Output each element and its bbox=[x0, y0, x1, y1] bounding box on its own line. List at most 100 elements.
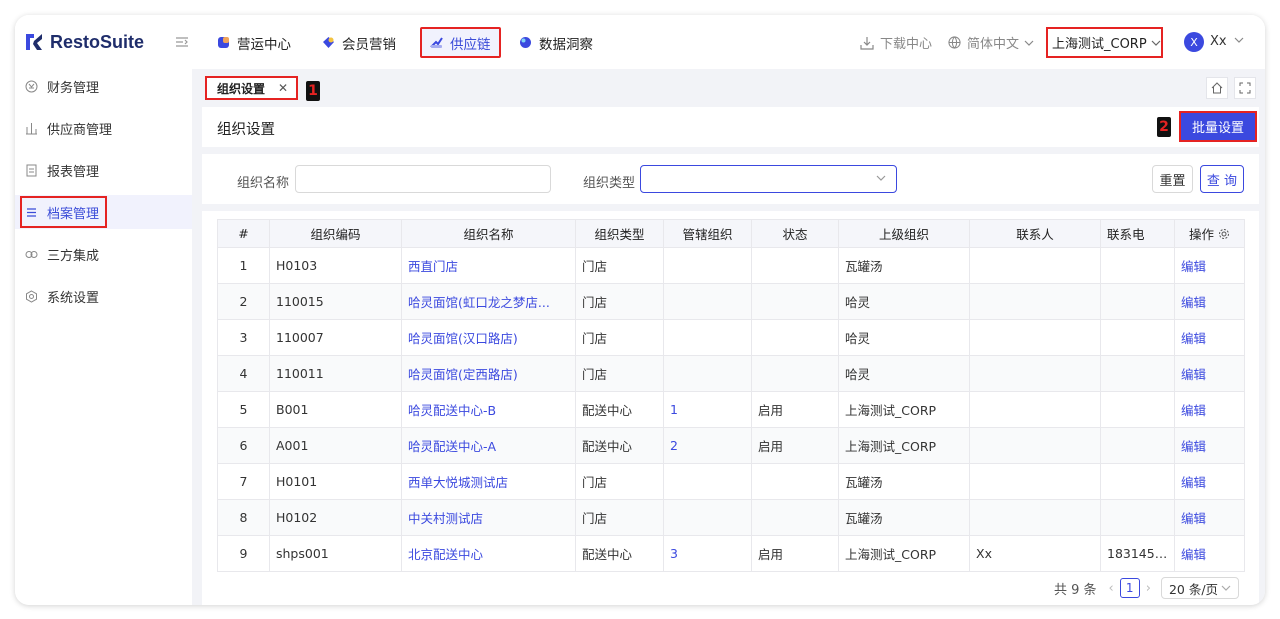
org-name-link[interactable]: 哈灵面馆(汉口路店) bbox=[401, 319, 576, 356]
edit-link-text[interactable]: 编辑 bbox=[1181, 511, 1206, 526]
sidebar-item-supplier[interactable]: 供应商管理 bbox=[15, 111, 192, 145]
sidebar-item-report[interactable]: 报表管理 bbox=[15, 153, 192, 187]
edit-link[interactable]: 编辑 bbox=[1174, 463, 1245, 500]
org-code: shps001 bbox=[269, 535, 402, 572]
sidebar-item-integration[interactable]: 三方集成 bbox=[15, 237, 192, 271]
org-name-link[interactable]: 哈灵配送中心-B bbox=[401, 391, 576, 428]
managed-count-link[interactable] bbox=[663, 247, 752, 284]
org-name-link[interactable]: 北京配送中心 bbox=[401, 535, 576, 572]
status: 启用 bbox=[751, 427, 839, 464]
nav-tab-label: 营运中心 bbox=[237, 36, 291, 53]
page-size-select[interactable]: 20 条/页 bbox=[1160, 577, 1239, 599]
org-name-link[interactable]: 哈灵面馆(定西路店) bbox=[401, 355, 576, 392]
managed-count-link-text[interactable]: 2 bbox=[670, 438, 678, 453]
org-name-link-text[interactable]: 西单大悦城测试店 bbox=[408, 475, 508, 490]
managed-count-link[interactable] bbox=[663, 499, 752, 536]
prev-page-icon[interactable]: ‹ bbox=[1109, 581, 1114, 596]
edit-link[interactable]: 编辑 bbox=[1174, 391, 1245, 428]
table-row: 5 B001 哈灵配送中心-B 配送中心 1 启用 上海测试_CORP 编辑 bbox=[217, 391, 1245, 428]
edit-link[interactable]: 编辑 bbox=[1174, 535, 1245, 572]
org-code: A001 bbox=[269, 427, 402, 464]
page-tabbar: 组织设置 ✕ 1 bbox=[192, 69, 1265, 107]
highlight-box bbox=[20, 196, 107, 228]
managed-count-link[interactable]: 1 bbox=[663, 391, 752, 428]
home-icon bbox=[1211, 82, 1223, 94]
reset-button[interactable]: 重置 bbox=[1152, 165, 1193, 193]
managed-count-link[interactable] bbox=[663, 319, 752, 356]
org-name-link-text[interactable]: 西直门店 bbox=[408, 259, 458, 274]
org-name-link[interactable]: 中关村测试店 bbox=[401, 499, 576, 536]
edit-link-text[interactable]: 编辑 bbox=[1181, 547, 1206, 562]
fullscreen-button[interactable] bbox=[1234, 77, 1256, 99]
org-name-link-text[interactable]: 哈灵面馆(虹口龙之梦店... bbox=[408, 295, 550, 310]
managed-count-link[interactable]: 3 bbox=[663, 535, 752, 572]
edit-link[interactable]: 编辑 bbox=[1174, 499, 1245, 536]
logo-text: RestoSuite bbox=[50, 31, 145, 52]
org-name-link[interactable]: 西单大悦城测试店 bbox=[401, 463, 576, 500]
edit-link[interactable]: 编辑 bbox=[1174, 283, 1245, 320]
close-icon[interactable]: ✕ bbox=[278, 81, 288, 95]
query-button[interactable]: 查 询 bbox=[1200, 165, 1244, 193]
edit-link[interactable]: 编辑 bbox=[1174, 319, 1245, 356]
edit-link-text[interactable]: 编辑 bbox=[1181, 331, 1206, 346]
edit-link-text[interactable]: 编辑 bbox=[1181, 475, 1206, 490]
status bbox=[751, 283, 839, 320]
nav-tab-operations[interactable]: 营运中心 bbox=[217, 27, 291, 58]
nav-tab-membership[interactable]: 会员营销 bbox=[322, 27, 396, 58]
sidebar-item-settings[interactable]: 系统设置 bbox=[15, 279, 192, 313]
nav-tab-supply-chain[interactable]: 供应链 bbox=[420, 27, 501, 58]
managed-count-link-text[interactable]: 3 bbox=[670, 546, 678, 561]
edit-link-text[interactable]: 编辑 bbox=[1181, 403, 1206, 418]
org-name-link[interactable]: 哈灵面馆(虹口龙之梦店... bbox=[401, 283, 576, 320]
sidebar-item-finance[interactable]: 财务管理 bbox=[15, 69, 192, 103]
org-name-link-text[interactable]: 中关村测试店 bbox=[408, 511, 483, 526]
phone bbox=[1100, 463, 1175, 500]
managed-count-link[interactable]: 2 bbox=[663, 427, 752, 464]
refresh-button[interactable] bbox=[1206, 77, 1228, 99]
parent-org: 上海测试_CORP bbox=[838, 535, 970, 572]
nav-tab-data-insight[interactable]: 数据洞察 bbox=[519, 27, 593, 58]
row-index: 2 bbox=[217, 283, 270, 320]
row-index: 6 bbox=[217, 427, 270, 464]
org-name-link[interactable]: 哈灵配送中心-A bbox=[401, 427, 576, 464]
table-row: 2 110015 哈灵面馆(虹口龙之梦店... 门店 哈灵 编辑 bbox=[217, 283, 1245, 320]
edit-link-text[interactable]: 编辑 bbox=[1181, 295, 1206, 310]
managed-count-link[interactable] bbox=[663, 463, 752, 500]
org-name-link-text[interactable]: 北京配送中心 bbox=[408, 547, 483, 562]
column-header: # bbox=[217, 219, 270, 248]
gear-icon[interactable] bbox=[1218, 228, 1230, 240]
parent-org: 瓦罐汤 bbox=[838, 247, 970, 284]
org-name-link-text[interactable]: 哈灵面馆(定西路店) bbox=[408, 367, 518, 382]
org-type-select[interactable] bbox=[640, 165, 897, 193]
edit-link[interactable]: 编辑 bbox=[1174, 247, 1245, 284]
org-code: H0102 bbox=[269, 499, 402, 536]
avatar[interactable]: X bbox=[1184, 32, 1204, 52]
batch-settings-button[interactable]: 批量设置 bbox=[1179, 111, 1257, 142]
language-select[interactable]: 简体中文 bbox=[948, 27, 1034, 58]
download-center[interactable]: 下载中心 bbox=[860, 27, 932, 58]
edit-link-text[interactable]: 编辑 bbox=[1181, 367, 1206, 382]
logo[interactable]: RestoSuite bbox=[24, 29, 144, 55]
user-menu[interactable]: Xx bbox=[1210, 34, 1244, 49]
phone bbox=[1100, 499, 1175, 536]
edit-link-text[interactable]: 编辑 bbox=[1181, 439, 1206, 454]
org-name-input[interactable] bbox=[295, 165, 551, 193]
collapse-menu-icon[interactable] bbox=[175, 35, 189, 49]
org-name-link-text[interactable]: 哈灵配送中心-B bbox=[408, 403, 496, 418]
org-type: 配送中心 bbox=[575, 427, 664, 464]
org-name-link-text[interactable]: 哈灵配送中心-A bbox=[408, 439, 496, 454]
org-code: 110007 bbox=[269, 319, 402, 356]
managed-count-link-text[interactable]: 1 bbox=[670, 402, 678, 417]
edit-link[interactable]: 编辑 bbox=[1174, 355, 1245, 392]
status: 启用 bbox=[751, 535, 839, 572]
org-name-link[interactable]: 西直门店 bbox=[401, 247, 576, 284]
corp-select[interactable]: 上海测试_CORP bbox=[1046, 27, 1163, 58]
managed-count-link[interactable] bbox=[663, 283, 752, 320]
page-number[interactable]: 1 bbox=[1119, 578, 1140, 598]
edit-link[interactable]: 编辑 bbox=[1174, 427, 1245, 464]
edit-link-text[interactable]: 编辑 bbox=[1181, 259, 1206, 274]
tab-org-settings[interactable]: 组织设置 ✕ bbox=[205, 76, 298, 100]
managed-count-link[interactable] bbox=[663, 355, 752, 392]
next-page-icon[interactable]: › bbox=[1146, 581, 1151, 596]
org-name-link-text[interactable]: 哈灵面馆(汉口路店) bbox=[408, 331, 518, 346]
